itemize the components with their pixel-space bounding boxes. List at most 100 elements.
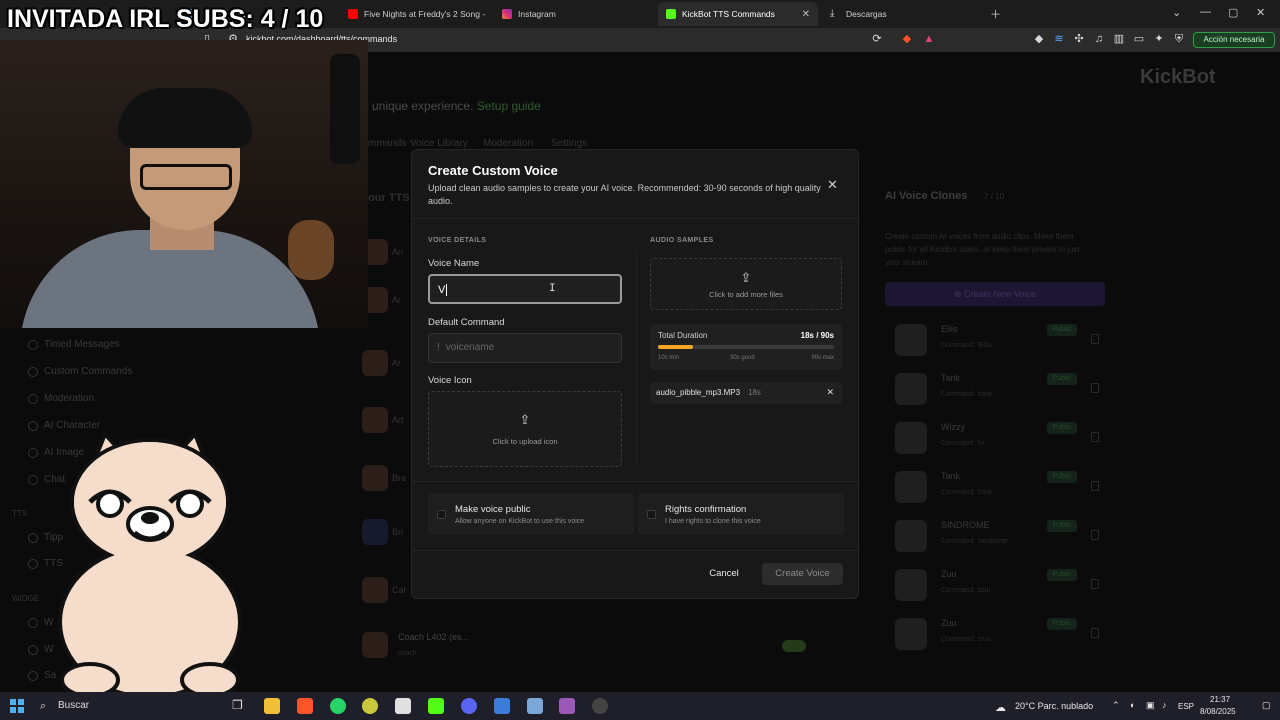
clone-list-item[interactable]: Tank Command: !tank Public	[885, 467, 1105, 507]
tab-commands[interactable]: mmands	[368, 138, 406, 149]
delete-icon[interactable]	[1091, 628, 1099, 638]
tray-app-icon[interactable]: ▣	[1146, 700, 1155, 711]
remove-file-icon[interactable]: ✕	[826, 387, 834, 398]
brave-rewards-icon[interactable]: ▲	[922, 32, 936, 46]
translate-icon[interactable]: ⟳	[870, 32, 884, 46]
close-tab-icon[interactable]: ✕	[802, 9, 810, 20]
minimize-icon[interactable]: —	[1200, 6, 1211, 18]
voice-icon-upload[interactable]: ⇪ Click to upload icon	[428, 391, 622, 467]
tray-app-icon[interactable]: ◐	[1130, 700, 1135, 710]
tts-coach-row[interactable]: Coach L402 (es... coach	[362, 630, 832, 664]
new-tab-icon[interactable]: ＋	[990, 6, 1001, 22]
cancel-button[interactable]: Cancel	[702, 565, 746, 583]
default-command-input[interactable]: ! voicename	[428, 333, 622, 363]
notification-icon[interactable]: ▢	[1262, 700, 1271, 711]
clone-list-item[interactable]: Zuu Command: !zuu Public	[885, 565, 1105, 605]
create-voice-button[interactable]: Create Voice	[762, 563, 843, 585]
rights-checkbox[interactable]	[647, 510, 656, 519]
language-indicator[interactable]: ESP	[1178, 702, 1194, 711]
voice-name-input[interactable]: V	[428, 274, 622, 304]
delete-icon[interactable]	[1091, 481, 1099, 491]
puzzle-icon[interactable]: ✣	[1072, 32, 1086, 46]
clone-name: Tank	[941, 471, 961, 481]
sidebar-item-timed-messages[interactable]: Timed Messages	[28, 339, 120, 350]
wallet-icon[interactable]: ▭	[1132, 32, 1146, 46]
whatsapp-icon[interactable]	[330, 698, 346, 714]
tts-voice-row[interactable]: Ar	[362, 286, 410, 314]
tts-voice-row[interactable]: Bri	[362, 518, 410, 546]
tray-overflow-icon[interactable]: ⌃	[1112, 700, 1120, 711]
setup-guide-link[interactable]: Setup guide	[477, 99, 541, 113]
app-icon[interactable]	[494, 698, 510, 714]
app-icon[interactable]	[362, 698, 378, 714]
make-public-checkbox[interactable]	[437, 510, 446, 519]
clone-list-item[interactable]: Ellis Command: !Ellis Public	[885, 320, 1105, 360]
delete-icon[interactable]	[1091, 530, 1099, 540]
rights-confirmation-option[interactable]: Rights confirmation I have rights to clo…	[638, 493, 844, 535]
sidebar-item-moderation[interactable]: Moderation	[28, 393, 94, 404]
audio-extension-icon[interactable]: ≋	[1052, 32, 1066, 46]
delete-icon[interactable]	[1091, 579, 1099, 589]
sidebar-item-ai-character[interactable]: AI Character	[28, 420, 100, 431]
sidebar-item-custom-commands[interactable]: Custom Commands	[28, 366, 132, 377]
close-icon[interactable]: ✕	[827, 177, 838, 193]
kick-icon[interactable]	[428, 698, 444, 714]
chat-icon	[28, 474, 38, 485]
brave-shield-icon[interactable]: ◆	[900, 32, 914, 46]
brave-browser-icon[interactable]	[297, 698, 313, 714]
audio-samples-label: AUDIO SAMPLES	[650, 237, 714, 244]
weather-text[interactable]: 20°C Parc. nublado	[1015, 701, 1093, 711]
app-icon[interactable]	[395, 698, 411, 714]
music-icon[interactable]: ♫	[1092, 32, 1106, 46]
enabled-toggle[interactable]	[782, 640, 806, 652]
tts-voice-row[interactable]: Car	[362, 576, 410, 604]
tab-moderation[interactable]: Moderation	[483, 138, 533, 149]
taskbar-search[interactable]: ⌕ Buscar	[34, 696, 184, 716]
task-view-icon[interactable]: ❐	[232, 698, 248, 714]
clone-command: Command: !zuu	[941, 636, 991, 643]
tab-fnaf-song[interactable]: Five Nights at Freddy's 2 Song -	[340, 4, 490, 24]
app-icon[interactable]	[559, 698, 575, 714]
notepad-icon[interactable]	[527, 698, 543, 714]
tab-settings[interactable]: Settings	[551, 138, 587, 149]
clone-list-item[interactable]: SINDROME Command: !sindrome Public	[885, 516, 1105, 556]
microphone-shape	[330, 54, 360, 164]
audio-samples-dropzone[interactable]: ⇪ Click to add more files	[650, 258, 842, 310]
tts-voice-row[interactable]: Bra	[362, 464, 410, 492]
column-divider	[636, 250, 637, 466]
tab-descargas[interactable]: ⤓ Descargas	[822, 4, 982, 24]
tab-list-icon[interactable]: ⌄	[1172, 6, 1181, 19]
clone-command: Command: !tank	[941, 489, 993, 496]
maximize-icon[interactable]: ▢	[1228, 6, 1238, 19]
obs-icon[interactable]	[592, 698, 608, 714]
volume-icon[interactable]: ♪	[1162, 700, 1167, 710]
action-required-button[interactable]: Acción necesaria	[1193, 32, 1275, 48]
tab-kickbot-tts[interactable]: KickBot TTS Commands ✕	[658, 2, 818, 26]
make-public-option[interactable]: Make voice public Allow anyone on KickBo…	[428, 493, 634, 535]
delete-icon[interactable]	[1091, 334, 1099, 344]
clock-time[interactable]: 21:37	[1210, 695, 1230, 704]
file-explorer-icon[interactable]	[264, 698, 280, 714]
tab-instagram[interactable]: Instagram	[494, 4, 654, 24]
create-new-voice-button[interactable]: ⊕ Create New Voice	[885, 282, 1105, 306]
windows-start-icon[interactable]	[10, 699, 24, 713]
delete-icon[interactable]	[1091, 383, 1099, 393]
extension-icon[interactable]: ◆	[1032, 32, 1046, 46]
clone-list-item[interactable]: Zuu Command: !zuu Public	[885, 614, 1105, 654]
modal-subtitle: Upload clean audio samples to create you…	[428, 183, 821, 206]
clone-list-item[interactable]: Wizzy Command: !w Public	[885, 418, 1105, 458]
close-window-icon[interactable]: ✕	[1256, 6, 1265, 19]
tab-voice-library[interactable]: Voice Library	[410, 138, 468, 149]
discord-icon[interactable]	[461, 698, 477, 714]
clock-date[interactable]: 8/08/2025	[1200, 707, 1236, 716]
windows-taskbar: ⌕ Buscar ❐ ☁ 20°C Parc. nublado ⌃ ◐ ▣ ♪ …	[0, 692, 1280, 720]
delete-icon[interactable]	[1091, 432, 1099, 442]
tts-voice-row[interactable]: Art	[362, 406, 410, 434]
tts-voice-row[interactable]: An	[362, 238, 410, 266]
leo-icon[interactable]: ✦	[1152, 32, 1166, 46]
vpn-icon[interactable]: ⛨	[1172, 32, 1186, 46]
clone-list-item[interactable]: Tank Command: !tank Public	[885, 369, 1105, 409]
clone-command: Command: !sindrome	[941, 538, 1008, 545]
tts-voice-row[interactable]: Ar	[362, 349, 410, 377]
sidebar-icon[interactable]: ▥	[1112, 32, 1126, 46]
